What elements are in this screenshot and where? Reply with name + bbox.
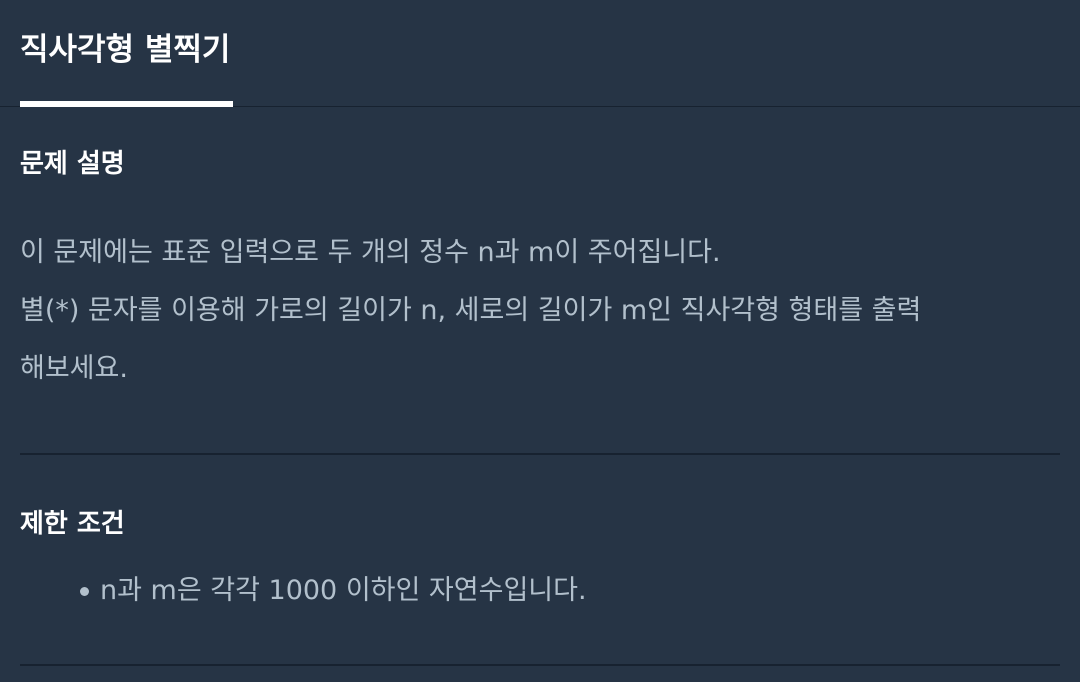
active-tab-indicator (20, 101, 233, 107)
tab-problem[interactable]: 직사각형 별찍기 (20, 0, 233, 107)
description-body: 이 문제에는 표준 입력으로 두 개의 정수 n과 m이 주어집니다. 별(*)… (20, 181, 1060, 453)
description-section: 문제 설명 이 문제에는 표준 입력으로 두 개의 정수 n과 m이 주어집니다… (20, 107, 1060, 455)
tab-label: 직사각형 별찍기 (20, 32, 231, 68)
problem-content: 문제 설명 이 문제에는 표준 입력으로 두 개의 정수 n과 m이 주어집니다… (0, 107, 1080, 666)
limits-title: 제한 조건 (20, 509, 125, 539)
tab-bar: 직사각형 별찍기 (0, 0, 1080, 107)
description-line: 해보세요. (20, 353, 128, 384)
description-line: 이 문제에는 표준 입력으로 두 개의 정수 n과 m이 주어집니다. (20, 237, 721, 268)
limits-section: 제한 조건 n과 m은 각각 1000 이하인 자연수입니다. (20, 455, 1060, 666)
limit-text: n과 m은 각각 1000 이하인 자연수입니다. (100, 575, 587, 606)
bullet-icon (80, 587, 89, 596)
description-title: 문제 설명 (20, 149, 125, 179)
list-item: n과 m은 각각 1000 이하인 자연수입니다. (80, 571, 1060, 611)
limits-list: n과 m은 각각 1000 이하인 자연수입니다. (20, 541, 1060, 664)
description-line: 별(*) 문자를 이용해 가로의 길이가 n, 세로의 길이가 m인 직사각형 … (20, 295, 922, 326)
